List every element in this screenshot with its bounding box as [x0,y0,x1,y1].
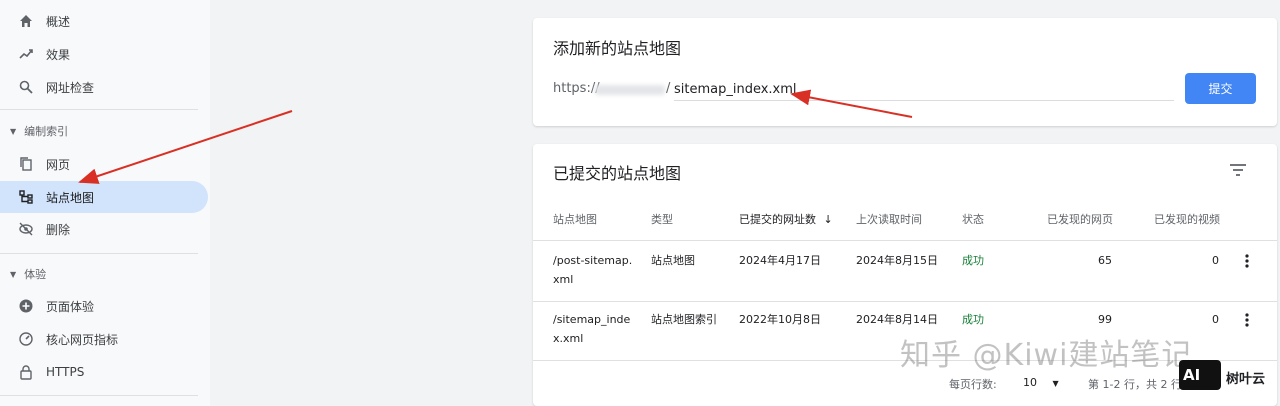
plus-circle-icon [18,298,34,314]
sidebar-item-label: 页面体验 [46,299,95,314]
card-title: 已提交的站点地图 [553,164,682,183]
cell-sitemap: /post-sitemap. xml [553,251,632,289]
more-vert-icon[interactable] [1240,252,1254,270]
column-header-status[interactable]: 状态 [962,211,984,227]
cell-type: 站点地图 [651,254,695,267]
sitemap-url-input[interactable] [674,79,1174,101]
sidebar-item-sitemaps[interactable]: 站点地图 [0,181,208,213]
sidebar-item-label: 网页 [46,157,71,172]
cell-status: 成功 [962,313,984,326]
sidebar-item-label: 效果 [46,47,71,62]
sidebar-item-label: 概述 [46,14,71,29]
cell-pages: 65 [1098,254,1112,267]
cell-sitemap: /sitemap_inde x.xml [553,310,630,348]
submit-button[interactable]: 提交 [1185,73,1256,104]
home-icon [18,13,34,29]
sidebar-divider [0,109,198,110]
column-header-label: 已提交的网址数 [739,213,816,226]
url-separator: / [666,81,671,96]
redacted-domain [595,85,665,95]
ai-logo-text: AI [1183,366,1201,384]
sidebar-divider [0,395,198,396]
caret-down-icon: ▼ [10,269,17,279]
cell-line: x.xml [553,332,584,345]
section-label: 体验 [24,268,47,281]
column-header-discovered-pages[interactable]: 已发现的网页 [1047,211,1113,227]
sort-arrow-icon: ↓ [823,213,833,226]
sidebar-item-label: 删除 [46,222,71,237]
column-header-sitemap[interactable]: 站点地图 [553,211,597,227]
rows-per-page-value: 10 [1023,376,1037,389]
logo-caption: 树叶云 [1226,372,1266,387]
caret-down-icon: ▼ [1052,379,1059,388]
section-header-indexing[interactable]: ▼ 编制索引 [0,120,68,142]
sitemap-icon [18,189,34,205]
watermark-text: 知乎 @Kiwi建站笔记 [900,338,1193,373]
rows-per-page-label: 每页行数: [949,378,997,391]
cell-status: 成功 [962,254,984,267]
sidebar-item-overview[interactable]: 概述 [0,5,208,37]
remove-icon [18,221,34,237]
ai-logo: AI [1179,360,1221,390]
cell-line: xml [553,273,574,286]
rows-per-page-select[interactable]: 10 ▼ [1023,376,1059,389]
search-icon [18,79,34,95]
caret-down-icon: ▼ [10,126,17,136]
cell-line: /sitemap_inde [553,313,631,326]
gauge-icon [18,331,34,347]
cell-submitted: 2022年10月8日 [739,313,821,326]
row-divider [533,240,1277,241]
pages-icon [18,156,34,172]
sidebar-item-label: HTTPS [46,365,85,379]
sidebar-item-https[interactable]: HTTPS [0,356,208,388]
sidebar-item-label: 站点地图 [46,190,95,205]
sidebar-item-removals[interactable]: 删除 [0,213,208,245]
lock-icon [18,364,34,380]
pagination-range: 第 1-2 行，共 2 行 [1088,378,1182,391]
column-header-submitted[interactable]: 已提交的网址数 ↓ [739,211,833,227]
sidebar-item-page-experience[interactable]: 页面体验 [0,290,208,322]
sidebar-item-url-inspection[interactable]: 网址检查 [0,71,208,103]
cell-last-read: 2024年8月15日 [856,254,938,267]
cell-type: 站点地图索引 [651,313,717,326]
cell-last-read: 2024年8月14日 [856,313,938,326]
filter-icon[interactable] [1227,160,1249,180]
url-prefix: https:// [553,81,600,96]
section-label: 编制索引 [24,125,69,138]
section-header-experience[interactable]: ▼ 体验 [0,263,46,285]
cell-pages: 99 [1098,313,1112,326]
sidebar-item-pages[interactable]: 网页 [0,148,208,180]
sidebar-item-performance[interactable]: 效果 [0,38,208,70]
sidebar-item-label: 网址检查 [46,80,95,95]
sidebar-item-core-web-vitals[interactable]: 核心网页指标 [0,323,208,355]
cell-line: /post-sitemap. [553,254,633,267]
sidebar-item-label: 核心网页指标 [46,332,119,347]
more-vert-icon[interactable] [1240,311,1254,329]
trending-icon [18,46,34,62]
add-sitemap-card: 添加新的站点地图 https:// / 提交 [533,18,1277,126]
cell-videos: 0 [1212,313,1219,326]
card-title: 添加新的站点地图 [553,39,682,58]
sidebar: 概述 效果 网址检查 ▼ 编制索引 网页 站点地图 删除 ▼ 体验 页面体验 核… [0,0,210,406]
cell-submitted: 2024年4月17日 [739,254,821,267]
column-header-last-read[interactable]: 上次读取时间 [856,211,922,227]
row-divider [533,301,1277,302]
column-header-discovered-videos[interactable]: 已发现的视频 [1154,211,1220,227]
sidebar-divider [0,253,198,254]
cell-videos: 0 [1212,254,1219,267]
column-header-type[interactable]: 类型 [651,211,673,227]
